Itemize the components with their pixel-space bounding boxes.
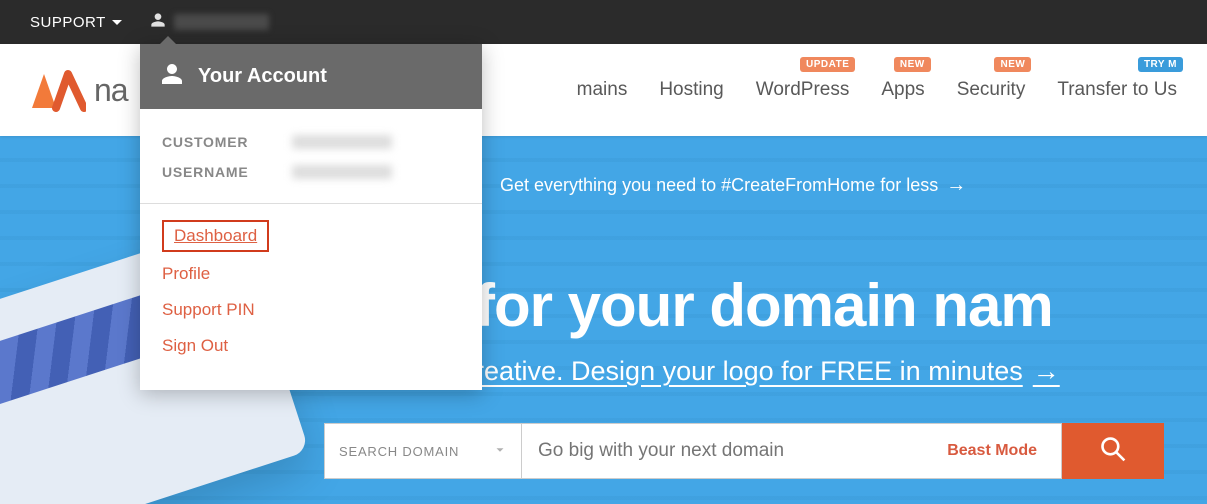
user-menu-trigger[interactable] [150, 12, 269, 33]
support-label: SUPPORT [30, 14, 106, 31]
topbar: SUPPORT [0, 0, 1207, 44]
nav-item-wordpress[interactable]: UPDATE WordPress [756, 79, 850, 101]
user-icon [160, 62, 184, 91]
nav-item-transfer[interactable]: TRY M Transfer to Us [1057, 79, 1177, 101]
nav-items: mains Hosting UPDATE WordPress NEW Apps … [577, 79, 1177, 101]
search-dropdown-label: SEARCH DOMAIN [339, 444, 459, 459]
nav-item-hosting[interactable]: Hosting [659, 79, 723, 101]
username-label: USERNAME [162, 164, 292, 180]
support-menu[interactable]: SUPPORT [30, 14, 122, 31]
logo[interactable]: na [30, 68, 128, 112]
search-button[interactable] [1062, 423, 1164, 479]
hero-subline-text: reative. Design your logo for FREE in mi… [475, 356, 1023, 387]
menu-profile[interactable]: Profile [162, 256, 460, 292]
username-value-redacted [292, 165, 392, 179]
dropdown-arrow-icon [160, 36, 176, 44]
arrow-right-icon: → [1033, 356, 1060, 387]
username-row: USERNAME [162, 157, 460, 187]
badge-update: UPDATE [800, 57, 855, 72]
hero-headline: for your domain nam [475, 271, 1053, 340]
menu-dashboard[interactable]: Dashboard [162, 220, 269, 252]
logo-mark-icon [30, 68, 86, 112]
arrow-right-icon: → [946, 174, 966, 197]
dropdown-header: Your Account [140, 44, 482, 109]
username-redacted [174, 14, 269, 30]
menu-sign-out[interactable]: Sign Out [162, 328, 460, 364]
caret-down-icon [112, 20, 122, 25]
domain-search: SEARCH DOMAIN Beast Mode [324, 423, 1164, 479]
promo-bar[interactable]: Get everything you need to #CreateFromHo… [500, 174, 966, 197]
customer-row: CUSTOMER [162, 127, 460, 157]
menu-support-pin[interactable]: Support PIN [162, 292, 460, 328]
nav-item-security[interactable]: NEW Security [957, 79, 1026, 101]
search-input-wrap: Beast Mode [522, 423, 1062, 479]
badge-new: NEW [894, 57, 931, 72]
account-info: CUSTOMER USERNAME [140, 109, 482, 204]
badge-try: TRY M [1138, 57, 1183, 72]
hero-subline-link[interactable]: reative. Design your logo for FREE in mi… [475, 356, 1060, 387]
dropdown-menu: Dashboard Profile Support PIN Sign Out [140, 204, 482, 390]
promo-text: Get everything you need to #CreateFromHo… [500, 175, 938, 196]
search-input[interactable] [538, 440, 898, 462]
chevron-down-icon [493, 443, 507, 460]
search-type-dropdown[interactable]: SEARCH DOMAIN [324, 423, 522, 479]
account-dropdown: Your Account CUSTOMER USERNAME Dashboard… [140, 44, 482, 390]
badge-new: NEW [994, 57, 1031, 72]
dropdown-title: Your Account [198, 65, 327, 88]
user-icon [150, 12, 166, 33]
beast-mode-link[interactable]: Beast Mode [947, 442, 1037, 460]
customer-value-redacted [292, 135, 392, 149]
nav-item-apps[interactable]: NEW Apps [881, 79, 924, 101]
logo-text: na [94, 72, 128, 109]
search-icon [1099, 435, 1127, 468]
customer-label: CUSTOMER [162, 134, 292, 150]
nav-item-domains[interactable]: mains [577, 79, 628, 101]
